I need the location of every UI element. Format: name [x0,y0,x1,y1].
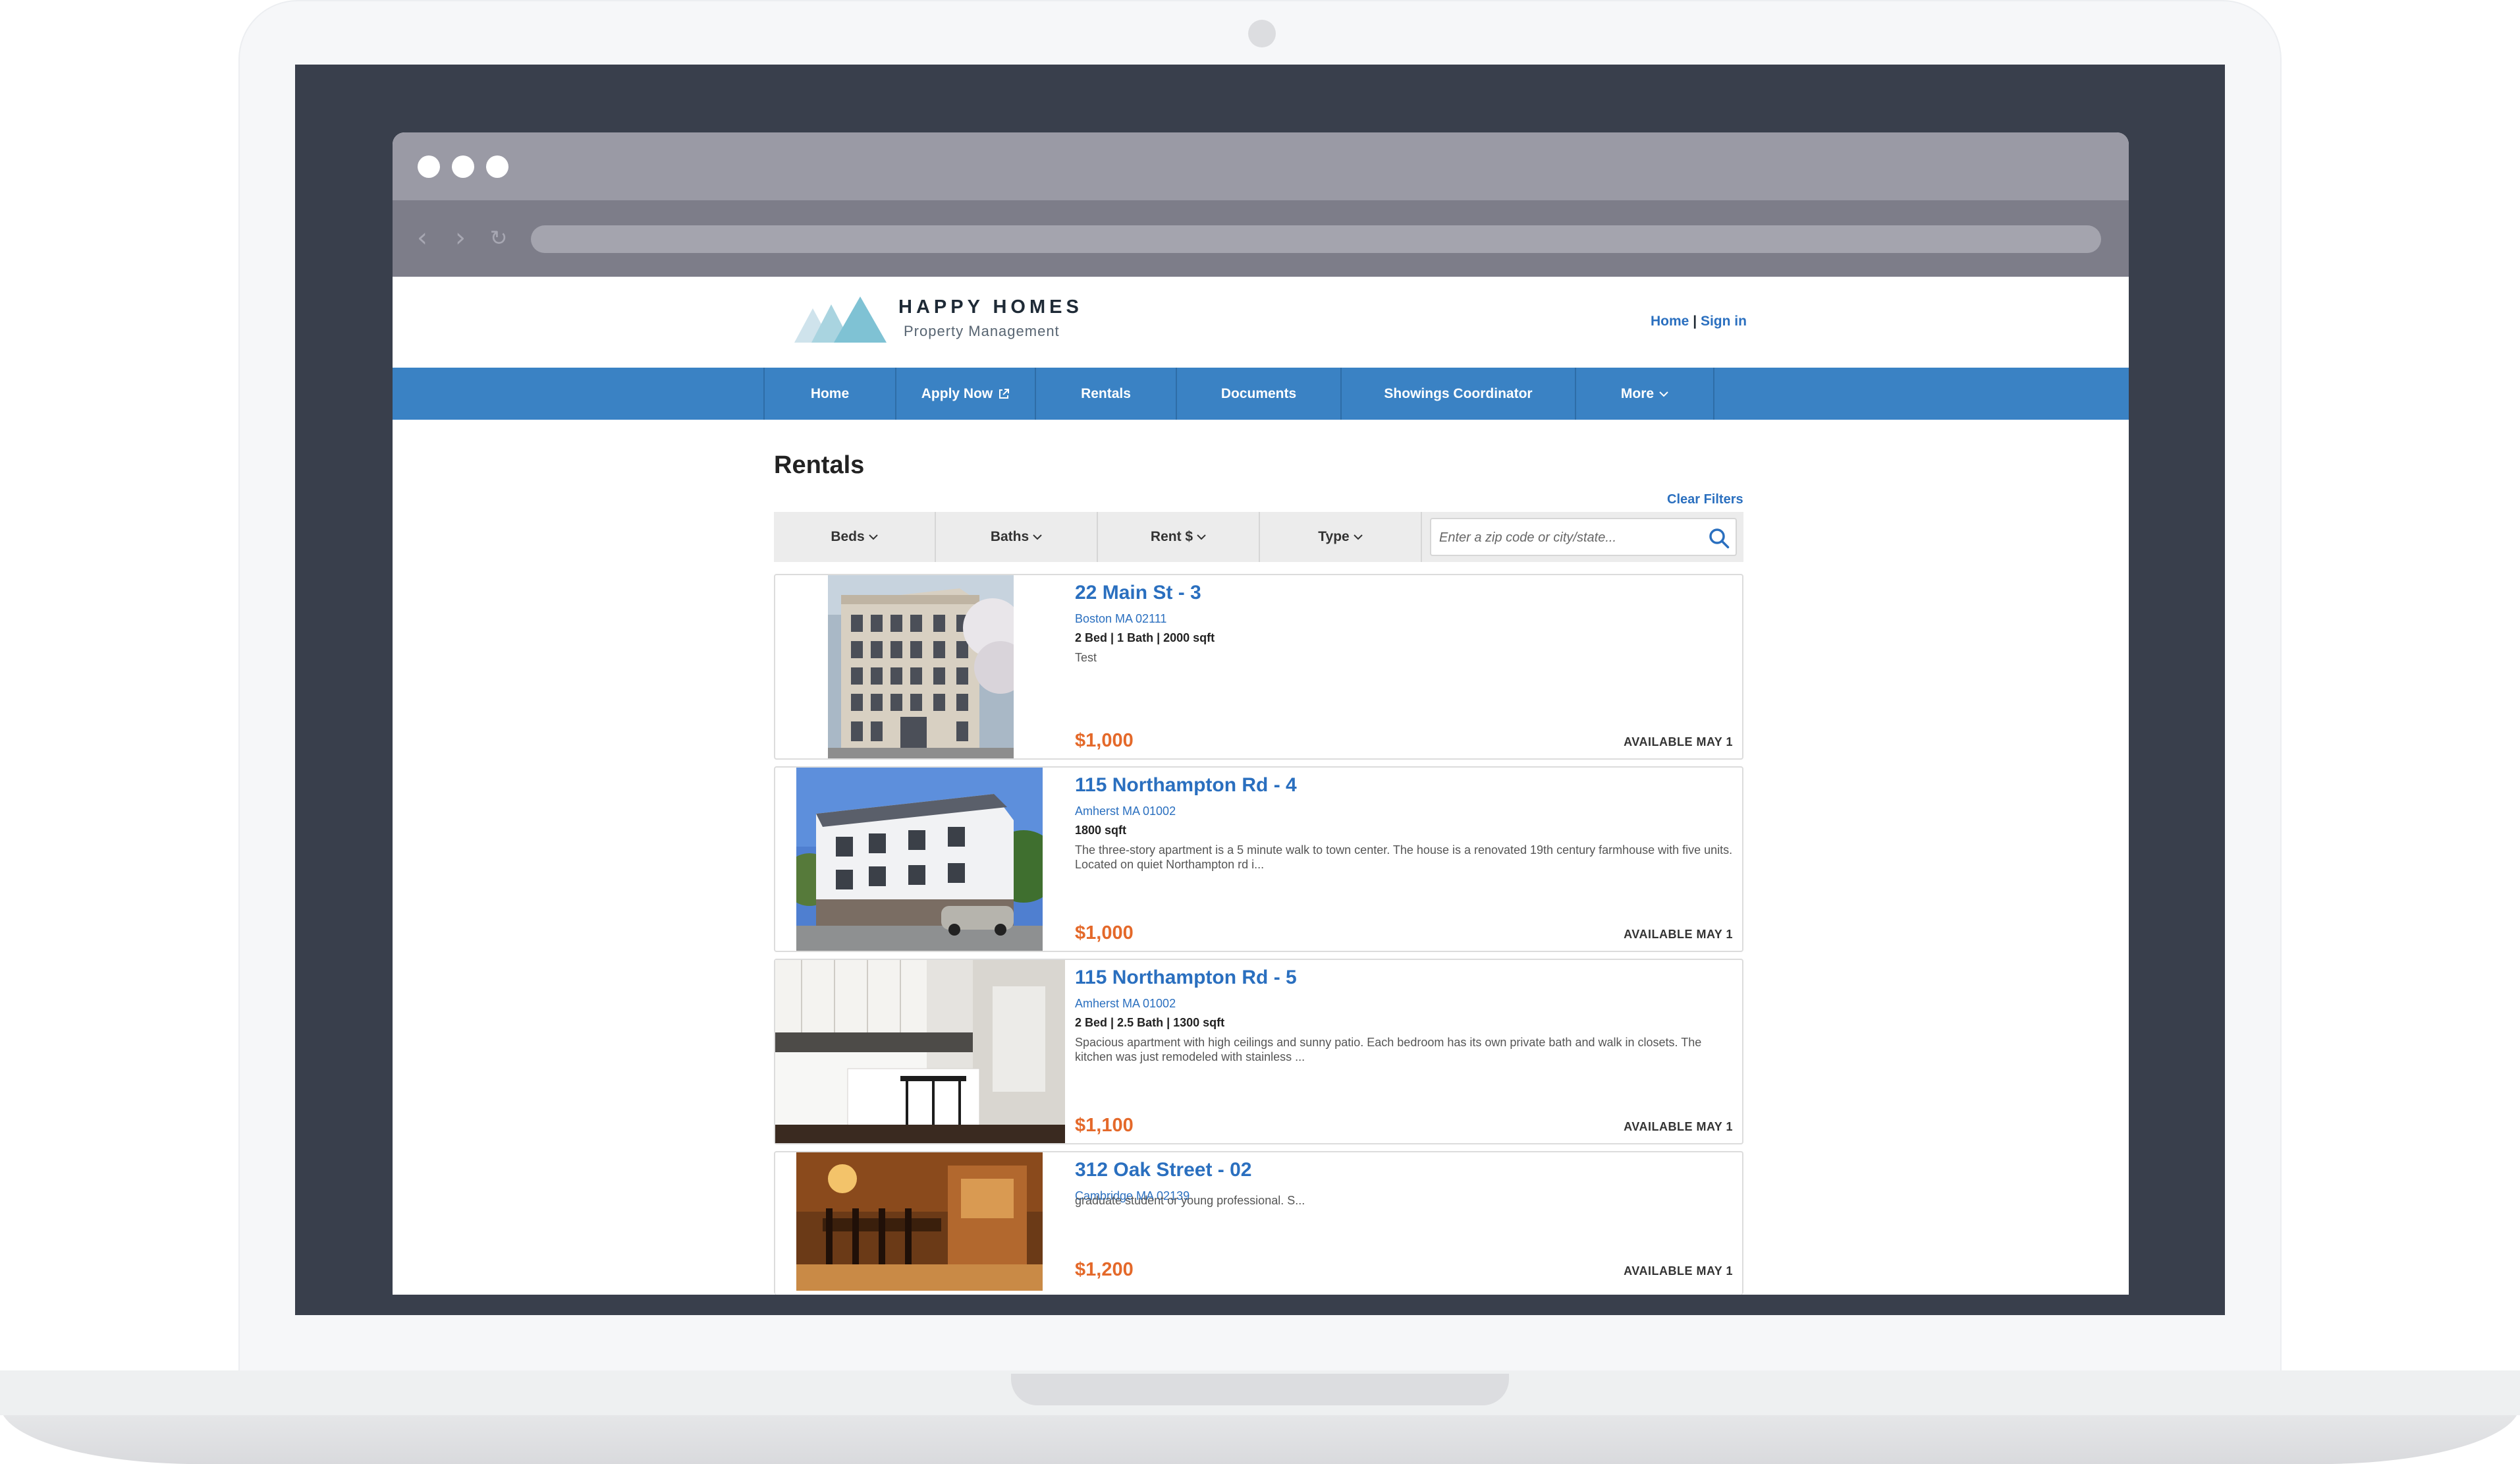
nav-rentals[interactable]: Rentals [1036,368,1177,420]
rent-filter[interactable]: Rent $ [1098,512,1260,562]
listing-availability: AVAILABLE MAY 1 [1624,928,1733,941]
brand-tagline: Property Management [904,323,1060,339]
nav-more[interactable]: More [1576,368,1714,420]
external-link-icon [999,388,1010,399]
browser-window: ‹ › ↻ HAPPY HOMES Property Management Ho… [393,132,2129,1295]
nav-rentals-label: Rentals [1081,385,1131,401]
listing-city: Amherst MA 01002 [1075,997,1176,1010]
baths-filter[interactable]: Baths [936,512,1098,562]
url-bar[interactable] [531,225,2101,253]
filter-bar: Beds Baths Rent $ Type [774,512,1743,562]
page-title: Rentals [774,451,865,479]
top-links: Home | Sign in [1651,314,1747,329]
chevron-down-icon [1659,391,1668,397]
mountains-logo-icon[interactable] [794,290,887,343]
nav-home-label: Home [810,385,850,401]
forward-arrow-icon[interactable]: › [444,221,477,254]
type-filter[interactable]: Type [1260,512,1422,562]
nav-documents[interactable]: Documents [1177,368,1342,420]
nav-apply-now[interactable]: Apply Now [896,368,1036,420]
listing-title[interactable]: 115 Northampton Rd - 4 [1075,774,1297,797]
listing-card[interactable]: 22 Main St - 3 Boston MA 02111 2 Bed | 1… [774,574,1743,760]
chevron-down-icon [868,534,878,540]
nav-showings-coordinator[interactable]: Showings Coordinator [1342,368,1576,420]
listing-specs: 2 Bed | 1 Bath | 2000 sqft [1075,631,1215,644]
chevron-down-icon [1354,534,1363,540]
type-filter-label: Type [1318,529,1350,544]
listing-photo[interactable] [796,768,1043,951]
listing-price: $1,000 [1075,922,1134,943]
listing-description: Spacious apartment with high ceilings an… [1075,1036,1702,1063]
listing-title[interactable]: 22 Main St - 3 [1075,582,1201,604]
nav-items: Home Apply Now Rentals Documents Showing… [763,368,1714,420]
listing-card[interactable]: 115 Northampton Rd - 5 Amherst MA 01002 … [774,959,1743,1144]
window-minimize-dot[interactable] [452,155,474,178]
listing-specs: 2 Bed | 2.5 Bath | 1300 sqft [1075,1016,1225,1029]
listing-availability: AVAILABLE MAY 1 [1624,735,1733,748]
window-maximize-dot[interactable] [486,155,508,178]
webcam [1248,20,1276,47]
listing-city: Amherst MA 01002 [1075,804,1176,818]
nav-showings-label: Showings Coordinator [1384,385,1533,401]
listing-price: $1,100 [1075,1115,1134,1136]
top-links-separator: | [1693,314,1697,329]
nav-apply-now-label: Apply Now [921,385,993,401]
website: HAPPY HOMES Property Management Home | S… [393,277,2129,1295]
main-nav: Home Apply Now Rentals Documents Showing… [393,368,2129,420]
baths-filter-label: Baths [990,529,1029,544]
listing-price: $1,200 [1075,1259,1134,1280]
listing-title[interactable]: 312 Oak Street - 02 [1075,1159,1252,1181]
chevron-down-icon [1033,534,1042,540]
location-search-input[interactable] [1438,525,1701,550]
nav-documents-label: Documents [1220,385,1297,401]
nav-more-label: More [1620,385,1655,401]
chevron-down-icon [1197,534,1206,540]
listing-description: The three-story apartment is a 5 minute … [1075,843,1733,871]
listing-card[interactable]: 115 Northampton Rd - 4 Amherst MA 01002 … [774,766,1743,952]
rent-filter-label: Rent $ [1150,529,1193,544]
brand-name: HAPPY HOMES [898,296,1083,318]
listing-card[interactable]: 312 Oak Street - 02 Cambridge MA 02139 g… [774,1151,1743,1295]
listing-city: Boston MA 02111 [1075,612,1167,625]
sign-in-link[interactable]: Sign in [1701,314,1747,329]
window-close-dot[interactable] [418,155,440,178]
clear-filters-link[interactable]: Clear Filters [1667,492,1743,507]
listing-title[interactable]: 115 Northampton Rd - 5 [1075,967,1297,989]
listing-photo[interactable] [796,1152,1043,1291]
beds-filter[interactable]: Beds [774,512,936,562]
beds-filter-label: Beds [831,529,865,544]
nav-home[interactable]: Home [765,368,896,420]
browser-toolbar: ‹ › ↻ [393,200,2129,277]
laptop-notch [1011,1374,1509,1405]
listing-availability: AVAILABLE MAY 1 [1624,1264,1733,1278]
listing-availability: AVAILABLE MAY 1 [1624,1120,1733,1133]
location-search [1430,518,1737,556]
search-icon[interactable] [1707,526,1732,551]
listing-specs: 1800 sqft [1075,824,1127,837]
listing-photo[interactable] [828,575,1014,758]
reload-icon[interactable]: ↻ [482,221,515,254]
top-home-link[interactable]: Home [1651,314,1689,329]
listing-photo[interactable] [775,960,1065,1143]
listing-description: graduate student or young professional. … [1075,1194,1305,1207]
back-arrow-icon[interactable]: ‹ [406,221,439,254]
listing-description: Test [1075,651,1097,664]
listing-price: $1,000 [1075,730,1134,751]
browser-titlebar [393,132,2129,200]
